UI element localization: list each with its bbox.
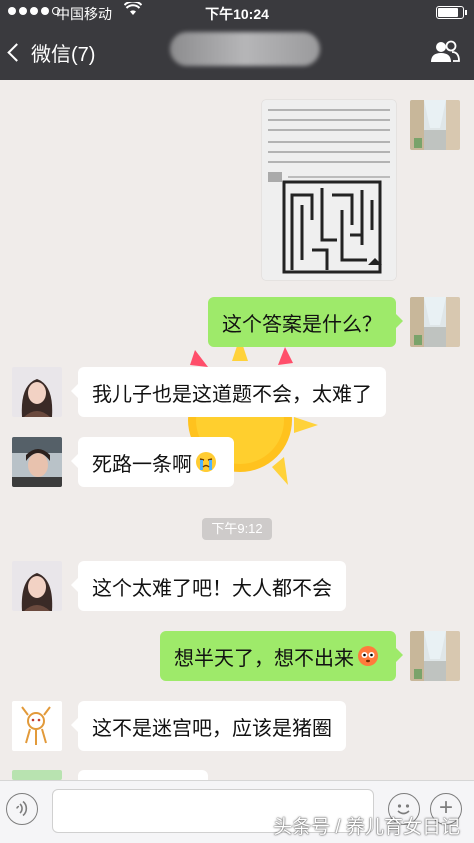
message-bubble-sent[interactable]: 这个答案是什么？: [208, 297, 403, 347]
status-bar: 中国移动 下午10:24: [0, 0, 474, 24]
my-avatar[interactable]: [410, 631, 460, 681]
contact-avatar[interactable]: [12, 367, 62, 417]
top-bar: 中国移动 下午10:24 微信(7): [0, 0, 474, 80]
timestamp-divider: 下午9:12: [202, 518, 272, 540]
contact-avatar[interactable]: [12, 437, 62, 487]
message-bubble-received[interactable]: 这不是迷宫吧，应该是猪圈: [71, 701, 346, 751]
chat-area[interactable]: 这个答案是什么？ 我儿子也是这道题不会，太难了 死路一条啊 下午9:12 这个太…: [0, 80, 474, 780]
back-button[interactable]: 微信(7): [7, 38, 96, 67]
crying-face-icon: [195, 451, 217, 473]
message-bubble-received-partial[interactable]: [78, 770, 208, 780]
contact-avatar[interactable]: [12, 561, 62, 611]
message-bubble-received[interactable]: 死路一条啊: [71, 437, 234, 487]
watermark: 头条号 / 养儿育女日记: [273, 817, 460, 838]
message-text: 我儿子也是这道题不会，太难了: [92, 383, 372, 406]
chat-title-redacted: [170, 32, 320, 66]
message-bubble-received[interactable]: 这个太难了吧！大人都不会: [71, 561, 346, 611]
maze-worksheet-photo[interactable]: [262, 100, 396, 280]
message-text: 死路一条啊: [92, 453, 192, 476]
flushed-face-icon: [357, 645, 379, 667]
message-bubble-sent[interactable]: 想半天了，想不出来: [160, 631, 403, 681]
clock: 下午10:24: [205, 6, 269, 22]
message-text: 这不是迷宫吧，应该是猪圈: [92, 717, 332, 740]
message-text: 这个答案是什么？: [222, 313, 382, 336]
message-bubble-received[interactable]: 我儿子也是这道题不会，太难了: [71, 367, 386, 417]
voice-input-button[interactable]: [6, 793, 38, 825]
contact-avatar[interactable]: [12, 770, 62, 780]
battery-icon: [436, 6, 467, 19]
my-avatar[interactable]: [410, 100, 460, 150]
my-avatar[interactable]: [410, 297, 460, 347]
back-label: 微信(7): [31, 44, 96, 66]
message-text: 这个太难了吧！大人都不会: [92, 577, 332, 600]
chevron-left-icon: [7, 43, 26, 62]
message-text: 想半天了，想不出来: [174, 647, 354, 670]
contact-avatar[interactable]: [12, 701, 62, 751]
group-members-icon[interactable]: [430, 40, 460, 64]
